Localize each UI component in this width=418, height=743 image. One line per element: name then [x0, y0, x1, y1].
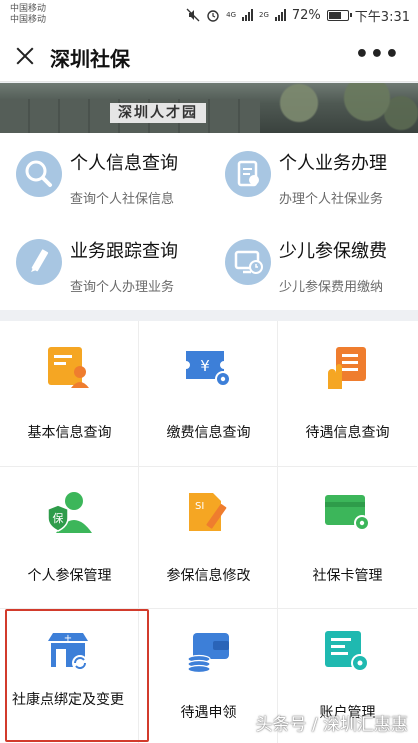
- signal-icon: [242, 9, 253, 21]
- title-bar: 深圳社保 •••: [0, 30, 418, 82]
- service-label: 待遇信息查询: [305, 425, 390, 441]
- network-type-1: 4G: [226, 10, 236, 19]
- status-indicators: 4G 2G 72% 下午3:31: [186, 6, 410, 25]
- svg-text:保: 保: [53, 511, 64, 525]
- page-title: 深圳社保: [50, 47, 130, 71]
- account-settings-icon: [322, 629, 372, 675]
- service-label: 社保卡管理: [312, 568, 383, 584]
- clock: 下午3:31: [354, 9, 410, 25]
- service-label: 基本信息查询: [27, 425, 112, 441]
- pen-icon: [16, 239, 62, 285]
- signal-icon-2: [274, 9, 286, 21]
- hand-checklist-icon: [322, 345, 372, 391]
- quick-service-personal-info[interactable]: 个人信息查询 查询个人社保信息: [0, 133, 209, 221]
- service-payment-info[interactable]: ¥ 缴费信息查询: [139, 321, 278, 467]
- mute-icon: [186, 8, 200, 22]
- alarm-icon: [207, 10, 219, 22]
- search-icon: [16, 151, 62, 197]
- service-benefit-info[interactable]: 待遇信息查询: [278, 321, 417, 467]
- quick-service-title: 个人信息查询: [70, 153, 178, 174]
- quick-services: 个人信息查询 查询个人社保信息 个人业务办理 办理个人社保业务 业务跟踪查询 查…: [0, 133, 418, 310]
- wallet-coins-icon: [183, 629, 233, 675]
- insured-person-icon: 保: [44, 489, 94, 535]
- service-label: 个人参保管理: [27, 568, 112, 584]
- battery-icon: [326, 9, 352, 21]
- svg-text:SI: SI: [195, 501, 204, 512]
- banner-sign: 深圳人才园: [110, 103, 206, 123]
- edit-document-icon: SI: [183, 489, 233, 535]
- quick-service-subtitle: 办理个人社保业务: [279, 192, 384, 207]
- svg-text:¥: ¥: [200, 357, 210, 375]
- monitor-clock-icon: [225, 239, 271, 285]
- battery-percent: 72%: [291, 7, 321, 23]
- service-basic-info[interactable]: 基本信息查询: [0, 321, 139, 467]
- network-type-2: 2G: [259, 10, 269, 19]
- quick-service-subtitle: 少儿参保费用缴纳: [279, 280, 384, 295]
- yen-ticket-icon: ¥: [183, 345, 233, 391]
- user-info-icon: [44, 345, 94, 391]
- quick-service-title: 少儿参保缴费: [279, 241, 387, 262]
- card-settings-icon: [322, 489, 372, 535]
- status-bar: 中国移动 中国移动 4G 2G 72% 下午3:31: [0, 0, 418, 30]
- service-card-management[interactable]: 社保卡管理: [278, 467, 417, 609]
- quick-service-title: 个人业务办理: [279, 153, 387, 174]
- quick-service-subtitle: 查询个人社保信息: [70, 192, 175, 207]
- battery-fill: [328, 11, 341, 19]
- service-insurance-modify[interactable]: SI 参保信息修改: [139, 467, 278, 609]
- service-insurance-management[interactable]: 保 个人参保管理: [0, 467, 139, 609]
- document-icon: [225, 151, 271, 197]
- carrier-1: 中国移动: [10, 4, 47, 14]
- quick-service-subtitle: 查询个人办理业务: [70, 280, 175, 295]
- carrier-info: 中国移动 中国移动: [10, 4, 46, 26]
- watermark: 头条号 / 深圳汇惠惠: [255, 715, 408, 735]
- carrier-2: 中国移动: [10, 15, 47, 25]
- service-label: 参保信息修改: [166, 568, 251, 584]
- close-button[interactable]: [12, 43, 38, 69]
- highlight-box: [5, 609, 149, 742]
- service-label: 缴费信息查询: [166, 425, 251, 441]
- banner-trees: [248, 83, 418, 133]
- quick-service-children-insurance[interactable]: 少儿参保缴费 少儿参保费用缴纳: [209, 221, 418, 309]
- quick-service-personal-business[interactable]: 个人业务办理 办理个人社保业务: [209, 133, 418, 221]
- quick-service-tracking[interactable]: 业务跟踪查询 查询个人办理业务: [0, 221, 209, 309]
- banner-image[interactable]: 深圳人才园: [0, 83, 418, 133]
- quick-service-title: 业务跟踪查询: [70, 241, 178, 262]
- more-options-button[interactable]: •••: [355, 44, 400, 66]
